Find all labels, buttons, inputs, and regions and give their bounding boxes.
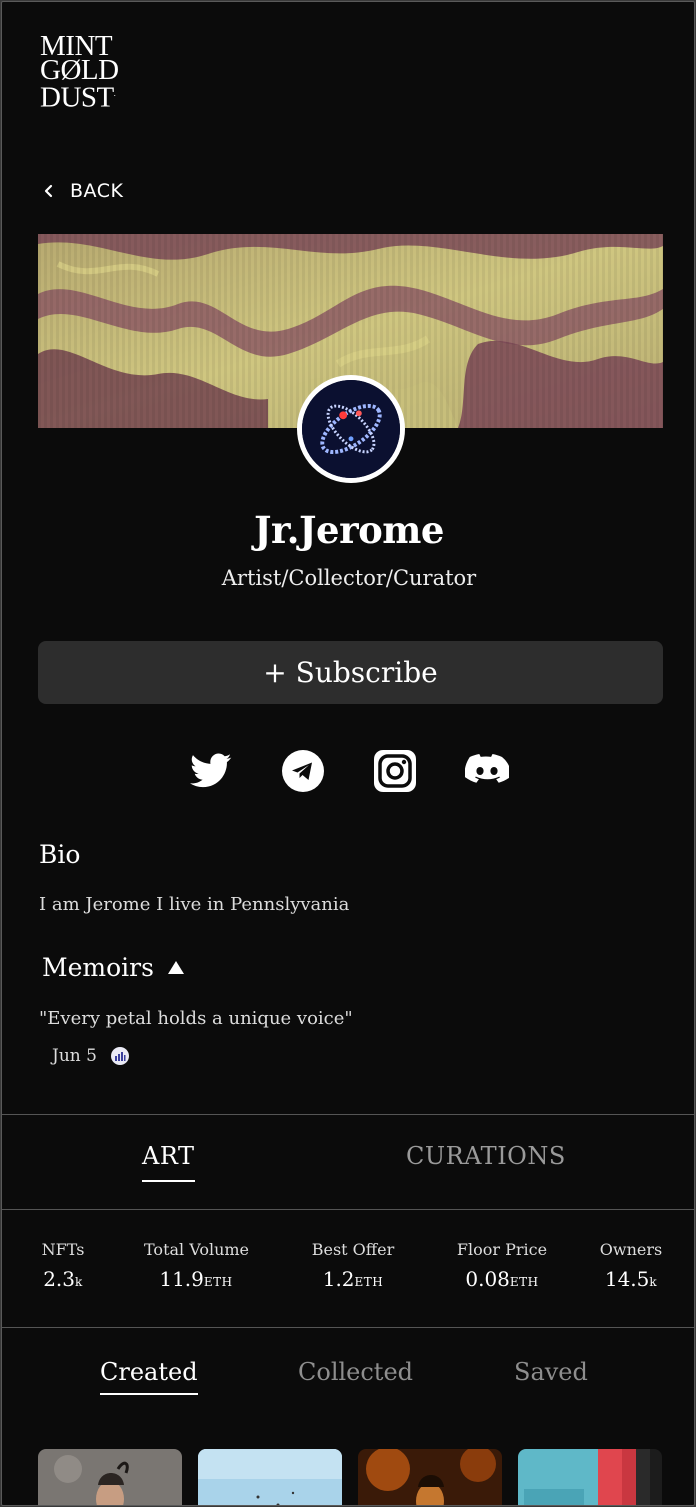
stat-best-offer: Best Offer 1.2ETH [310, 1240, 396, 1291]
main-tabs: ART CURATIONS [2, 1142, 694, 1182]
stat-owners: Owners 14.5k [598, 1240, 664, 1291]
memoir-date: Jun 5 [52, 1046, 97, 1066]
active-tab-underline [100, 1393, 198, 1395]
stats-row: NFTs 2.3k Total Volume 11.9ETH Best Offe… [2, 1240, 694, 1300]
stat-label: Owners [599, 1240, 663, 1259]
stat-floor-price: Floor Price 0.08ETH [456, 1240, 548, 1291]
app-frame: MINT GØLD DUST. BACK Jr.Jerome Artist/Co… [1, 1, 695, 1506]
stat-value: 11.9ETH [159, 1267, 233, 1291]
memoir-quote: "Every petal holds a unique voice" [39, 1008, 353, 1029]
divider [2, 1114, 694, 1115]
tab-art[interactable]: ART [142, 1142, 195, 1182]
stat-value: 14.5k [604, 1267, 658, 1291]
collection-tabs: Created Collected Saved [2, 1358, 694, 1398]
nft-card[interactable] [358, 1449, 502, 1505]
stat-label: Best Offer [311, 1240, 395, 1259]
stat-nfts: NFTs 2.3k [38, 1240, 88, 1291]
tab-art-label: ART [142, 1142, 195, 1170]
back-button[interactable]: BACK [42, 180, 123, 202]
divider [2, 1327, 694, 1328]
stat-label: Floor Price [456, 1240, 548, 1259]
chevron-left-icon [44, 184, 53, 198]
divider [2, 1209, 694, 1210]
memoir-meta: Jun 5 [52, 1046, 129, 1066]
stat-label: Total Volume [144, 1240, 250, 1259]
tab-collected[interactable]: Collected [298, 1358, 413, 1386]
tab-saved-label: Saved [514, 1358, 588, 1386]
bio-heading: Bio [39, 840, 81, 869]
nft-grid [38, 1449, 694, 1505]
tab-curations[interactable]: CURATIONS [406, 1142, 566, 1170]
twitter-icon[interactable] [189, 749, 233, 793]
tab-created[interactable]: Created [100, 1358, 198, 1395]
profile-name: Jr.Jerome [254, 508, 444, 552]
chart-badge-icon [110, 1047, 129, 1065]
logo-line-3: DUST. [40, 81, 116, 114]
profile-avatar[interactable] [297, 375, 405, 483]
nft-card[interactable] [518, 1449, 662, 1505]
stat-label: NFTs [41, 1240, 85, 1259]
active-tab-underline [142, 1180, 195, 1182]
memoirs-toggle[interactable]: Memoirs [42, 953, 184, 982]
nft-card[interactable] [38, 1449, 182, 1505]
bio-text: I am Jerome I live in Pennslyvania [39, 894, 350, 915]
instagram-icon[interactable] [373, 749, 417, 793]
nft-card[interactable] [198, 1449, 342, 1505]
logo-line-2: GØLD [40, 54, 119, 86]
stat-value: 2.3k [43, 1267, 83, 1291]
tab-created-label: Created [100, 1358, 198, 1386]
triangle-up-icon [167, 961, 184, 974]
stat-total-volume: Total Volume 11.9ETH [144, 1240, 250, 1291]
stat-value: 1.2ETH [322, 1267, 384, 1291]
profile-role: Artist/Collector/Curator [221, 566, 477, 590]
mint-gold-dust-logo[interactable]: MINT GØLD DUST. [40, 32, 140, 114]
stat-value: 0.08ETH [465, 1267, 539, 1291]
back-label: BACK [70, 180, 124, 202]
telegram-icon[interactable] [281, 749, 325, 793]
subscribe-button[interactable]: + Subscribe [38, 641, 663, 704]
tab-saved[interactable]: Saved [514, 1358, 588, 1386]
discord-icon[interactable] [465, 749, 509, 793]
tab-collected-label: Collected [298, 1358, 414, 1386]
memoirs-heading: Memoirs [42, 953, 154, 982]
social-links [2, 749, 694, 793]
tab-curations-label: CURATIONS [406, 1142, 566, 1170]
